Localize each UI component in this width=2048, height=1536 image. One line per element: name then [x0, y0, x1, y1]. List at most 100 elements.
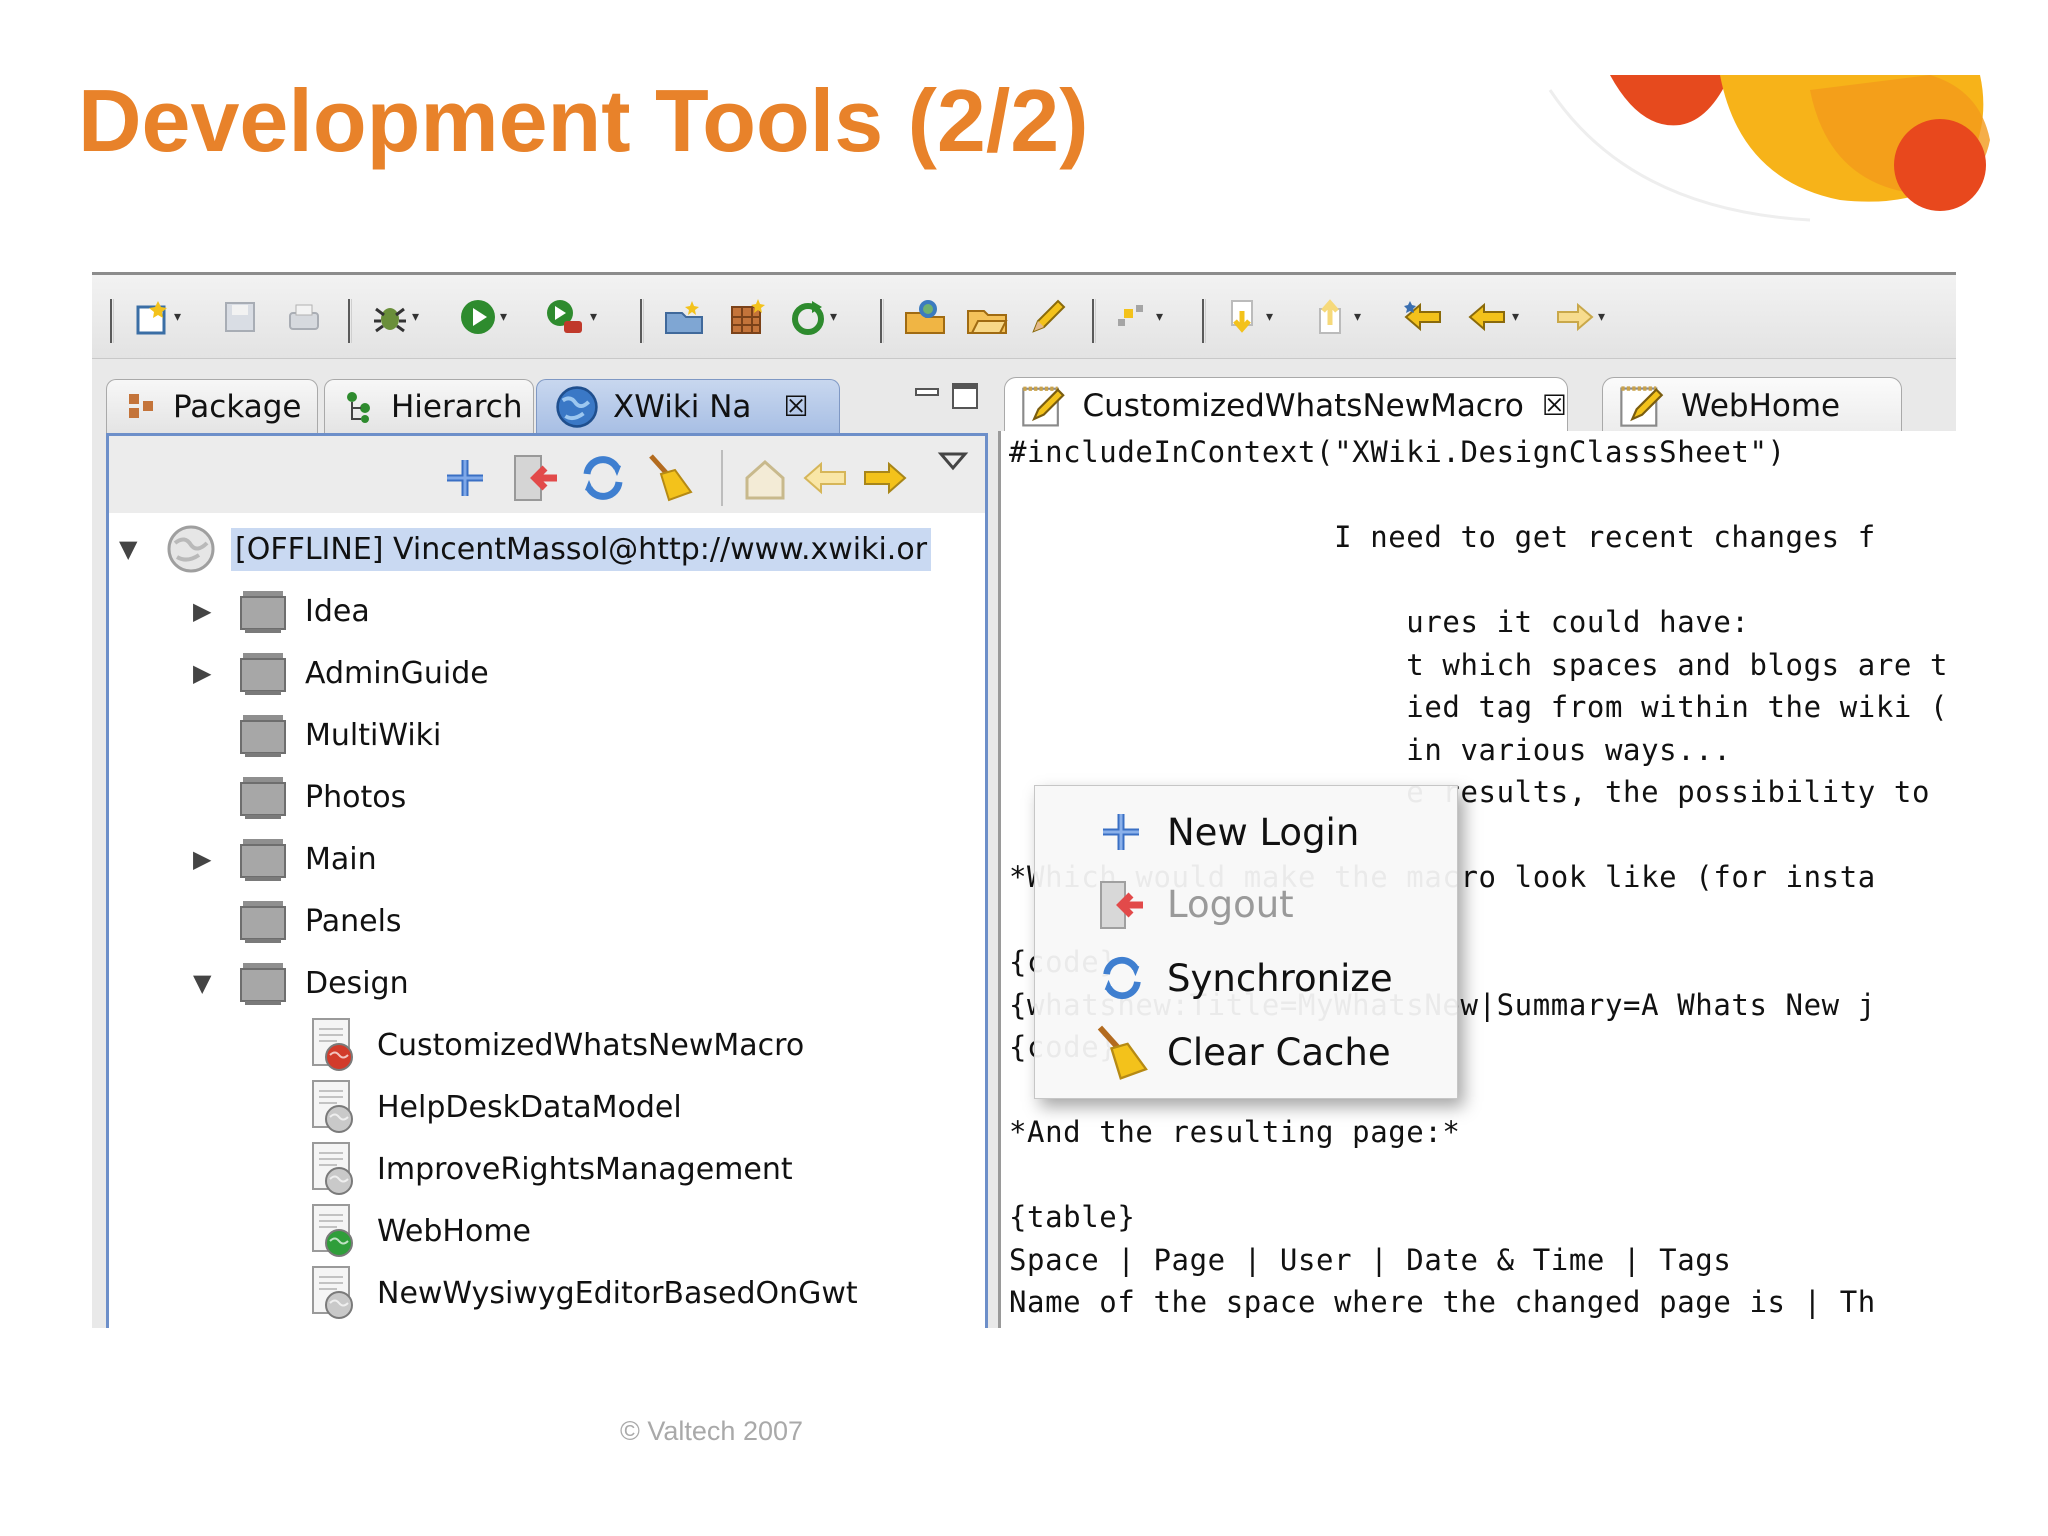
previous-annotation-icon: [1319, 299, 1341, 334]
tree-space-photos[interactable]: Photos: [193, 767, 406, 827]
view-toolbar: [109, 433, 985, 513]
tab-label: XWiki Na: [613, 388, 752, 425]
tree-space-label: Design: [305, 965, 409, 1001]
open-type-button[interactable]: [662, 297, 706, 337]
print-icon: [289, 304, 319, 330]
last-edit-button[interactable]: [1402, 297, 1446, 337]
forward-icon[interactable]: [859, 452, 911, 504]
context-menu: New Login Logout Synchronize Clear Cache: [1034, 785, 1458, 1099]
clear-cache-icon[interactable]: [645, 452, 697, 504]
edit-icon: [1032, 299, 1066, 333]
tab-webhome[interactable]: WebHome: [1602, 377, 1902, 433]
folder-icon: [240, 653, 286, 695]
tree-page-item[interactable]: CustomizedWhatsNewMacro: [309, 1015, 804, 1075]
tree-space-main[interactable]: ▶ Main: [193, 829, 377, 889]
tree-space-idea[interactable]: ▶ Idea: [193, 581, 370, 641]
code-line: #includeInContext("XWiki.DesignClassShee…: [1009, 435, 1786, 469]
tree-space-adminguide[interactable]: ▶ AdminGuide: [193, 643, 489, 703]
synchronize-icon: [1103, 956, 1141, 1000]
tab-package[interactable]: Package: [106, 379, 318, 433]
expand-arrow-icon[interactable]: ▶: [193, 847, 217, 871]
forward-icon: [1557, 302, 1594, 332]
expand-arrow-icon[interactable]: ▶: [193, 599, 217, 623]
last-edit-icon: [1404, 301, 1441, 332]
folder-icon: [240, 715, 286, 757]
menu-item-synchronize[interactable]: Synchronize: [1035, 944, 1459, 1012]
tree-page-label: HelpDeskDataModel: [377, 1089, 682, 1125]
tab-xwiki-navigator[interactable]: XWiki Na ☒: [536, 379, 840, 433]
tree-space-label: MultiWiki: [305, 717, 442, 753]
synchronize-icon[interactable]: [577, 452, 629, 504]
back-icon[interactable]: [799, 452, 851, 504]
menu-item-logout[interactable]: Logout: [1035, 870, 1459, 938]
maximize-view-icon[interactable]: [950, 381, 980, 411]
menu-item-label: New Login: [1167, 810, 1360, 854]
wiki-page-icon: [312, 1080, 353, 1133]
tree-page-item[interactable]: NewWysiwygEditorBasedOnGwt: [309, 1263, 858, 1323]
add-icon[interactable]: [439, 452, 491, 504]
add-icon: [1103, 814, 1139, 850]
next-annotation-button[interactable]: ▾: [1224, 297, 1273, 337]
tree-space-label: Main: [305, 841, 377, 877]
tree-root-label: [OFFLINE] VincentMassol@http://www.xwiki…: [231, 527, 932, 571]
folder-icon: [240, 777, 286, 819]
wiki-page-edit-icon: [1022, 386, 1065, 426]
code-line: {table}: [1009, 1200, 1136, 1234]
collapse-arrow-icon[interactable]: ▼: [119, 537, 143, 561]
open-folder-icon: [967, 310, 1008, 334]
previous-annotation-button[interactable]: ▾: [1312, 297, 1361, 337]
run-button[interactable]: ▾: [458, 297, 507, 337]
new-wizard-button[interactable]: ▾: [132, 297, 181, 337]
view-tab-bar: Package Hierarch XWiki Na ☒: [106, 369, 978, 433]
copyright-footer: © Valtech 2007: [620, 1416, 804, 1446]
print-button[interactable]: [284, 297, 324, 337]
close-tab-icon[interactable]: ☒: [783, 390, 808, 423]
broom-icon: [1097, 1025, 1148, 1080]
open-project-button[interactable]: [902, 297, 948, 337]
tab-label: Hierarch: [391, 388, 523, 425]
debug-button[interactable]: ▾: [370, 297, 419, 337]
annotation-icon: [1118, 305, 1143, 326]
tree-space-design[interactable]: ▼ Design: [193, 953, 409, 1013]
back-button[interactable]: ▾: [1466, 297, 1519, 337]
tab-customized-whats-new-macro[interactable]: CustomizedWhatsNewMacro ☒: [1004, 377, 1568, 433]
save-button[interactable]: [220, 297, 260, 337]
refresh-button[interactable]: ▾: [788, 297, 837, 337]
next-annotation-icon: [1231, 300, 1253, 333]
external-tools-button[interactable]: ▾: [542, 297, 597, 337]
external-tools-icon: [547, 300, 582, 333]
expand-arrow-icon[interactable]: ▶: [193, 661, 217, 685]
slide-title: Development Tools (2/2): [78, 71, 1089, 170]
tree-page-item[interactable]: ImproveRightsManagement: [309, 1139, 793, 1199]
open-project-icon: [905, 300, 945, 334]
tree-space-multiwiki[interactable]: MultiWiki: [193, 705, 441, 765]
tree-root-connection[interactable]: ▼ [OFFLINE] VincentMassol@http://www.xwi…: [119, 519, 932, 579]
forward-button[interactable]: ▾: [1552, 297, 1605, 337]
new-wizard-icon: [136, 301, 167, 335]
code-line: ied tag from within the wiki (: [1009, 690, 1949, 724]
menu-item-clear-cache[interactable]: Clear Cache: [1035, 1018, 1459, 1086]
annotation-button[interactable]: ▾: [1114, 297, 1163, 337]
tree-space-panels[interactable]: Panels: [193, 891, 402, 951]
home-icon[interactable]: [739, 452, 791, 504]
tab-label: CustomizedWhatsNewMacro: [1082, 387, 1524, 424]
tree-page-item[interactable]: WebHome: [309, 1201, 531, 1261]
globe-icon: [556, 385, 598, 428]
minimize-view-icon[interactable]: [912, 381, 942, 411]
logout-icon[interactable]: [509, 452, 561, 504]
edit-button[interactable]: [1026, 297, 1070, 337]
back-icon: [1468, 302, 1505, 332]
save-icon: [225, 302, 255, 332]
tab-hierarchy[interactable]: Hierarch: [324, 379, 534, 433]
folder-icon: [240, 963, 286, 1005]
open-folder-button[interactable]: [964, 297, 1010, 337]
open-resource-button[interactable]: [726, 297, 770, 337]
close-tab-icon[interactable]: ☒: [1542, 389, 1567, 422]
tab-label: WebHome: [1681, 387, 1841, 424]
menu-item-new-login[interactable]: New Login: [1035, 798, 1459, 866]
code-line: t which spaces and blogs are t: [1009, 647, 1949, 682]
view-menu-icon[interactable]: [937, 450, 969, 474]
offline-globe-icon: [167, 525, 215, 573]
collapse-arrow-icon[interactable]: ▼: [193, 971, 217, 995]
tree-page-item[interactable]: HelpDeskDataModel: [309, 1077, 682, 1137]
